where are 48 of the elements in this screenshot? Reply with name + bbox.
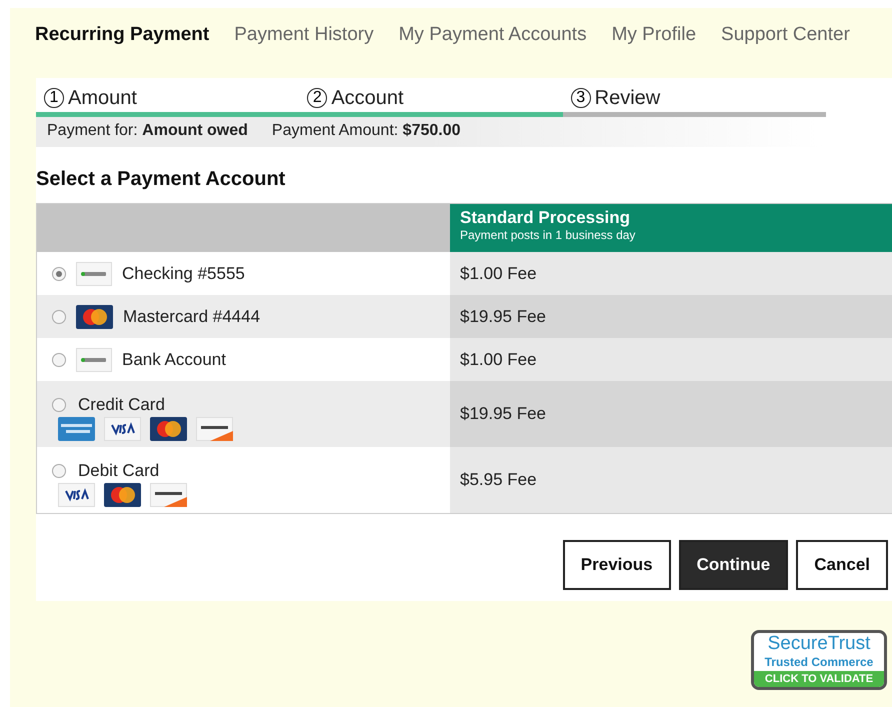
radio-button[interactable] <box>52 310 66 324</box>
header-title: Standard Processing <box>460 208 632 228</box>
step-number: 3 <box>570 88 591 108</box>
card-logo-icon <box>150 483 187 507</box>
account-label: Mastercard #4444 <box>123 306 260 326</box>
radio-button[interactable] <box>52 464 66 478</box>
continue-button[interactable]: Continue <box>678 540 788 590</box>
account-label: Credit Card <box>78 395 166 415</box>
nav-link[interactable]: My Payment Accounts <box>398 24 587 60</box>
seal-title: SecureTrust <box>768 633 870 655</box>
radio-button[interactable] <box>52 398 66 412</box>
step-label: Review <box>594 86 660 110</box>
nav-link[interactable]: Payment History <box>234 24 374 60</box>
card-logo-icon <box>104 483 141 507</box>
summary-text: Payment for: Amount owed <box>47 122 248 141</box>
card-logo-icon <box>104 417 141 441</box>
summary-text: Payment Amount: $750.00 <box>272 122 461 141</box>
action-button[interactable]: Previous <box>562 540 671 590</box>
fee-cell: $19.95 Fee <box>450 295 892 338</box>
seal-subtitle: Trusted Commerce <box>764 655 874 669</box>
check-logo-icon <box>76 262 112 286</box>
action-button[interactable]: Cancel <box>796 540 888 590</box>
section-title: Select a Payment Account <box>36 168 286 191</box>
nav-link[interactable]: Support Center <box>721 24 850 60</box>
fee-cell: $1.00 Fee <box>450 252 892 295</box>
fee-cell: $5.95 Fee <box>450 447 892 513</box>
header-subtitle: Payment posts in 1 business day <box>460 228 636 242</box>
step-label: Account <box>331 86 404 110</box>
security-seal[interactable]: SecureTrust Trusted Commerce CLICK TO VALIDATE <box>751 630 887 690</box>
step-label: Amount <box>68 86 137 110</box>
check-logo-icon <box>76 348 112 372</box>
nav-link[interactable]: My Profile <box>612 24 696 60</box>
radio-button[interactable] <box>52 266 66 280</box>
account-label: Checking #5555 <box>122 264 245 284</box>
fee-cell: $1.00 Fee <box>450 338 892 381</box>
card-logo-icon <box>150 417 187 441</box>
card-logo-icon <box>58 483 95 507</box>
fee-cell: $19.95 Fee <box>450 381 892 447</box>
card-logo-icon <box>76 304 113 328</box>
card-logo-icon <box>196 417 233 441</box>
nav-link[interactable]: Recurring Payment <box>35 24 210 60</box>
radio-button[interactable] <box>52 352 66 366</box>
account-label: Debit Card <box>78 461 160 481</box>
step-number: 2 <box>307 88 328 108</box>
step-number: 1 <box>44 88 64 108</box>
seal-action: CLICK TO VALIDATE <box>754 671 884 687</box>
account-label: Bank Account <box>122 350 226 370</box>
card-logo-icon <box>58 417 95 441</box>
